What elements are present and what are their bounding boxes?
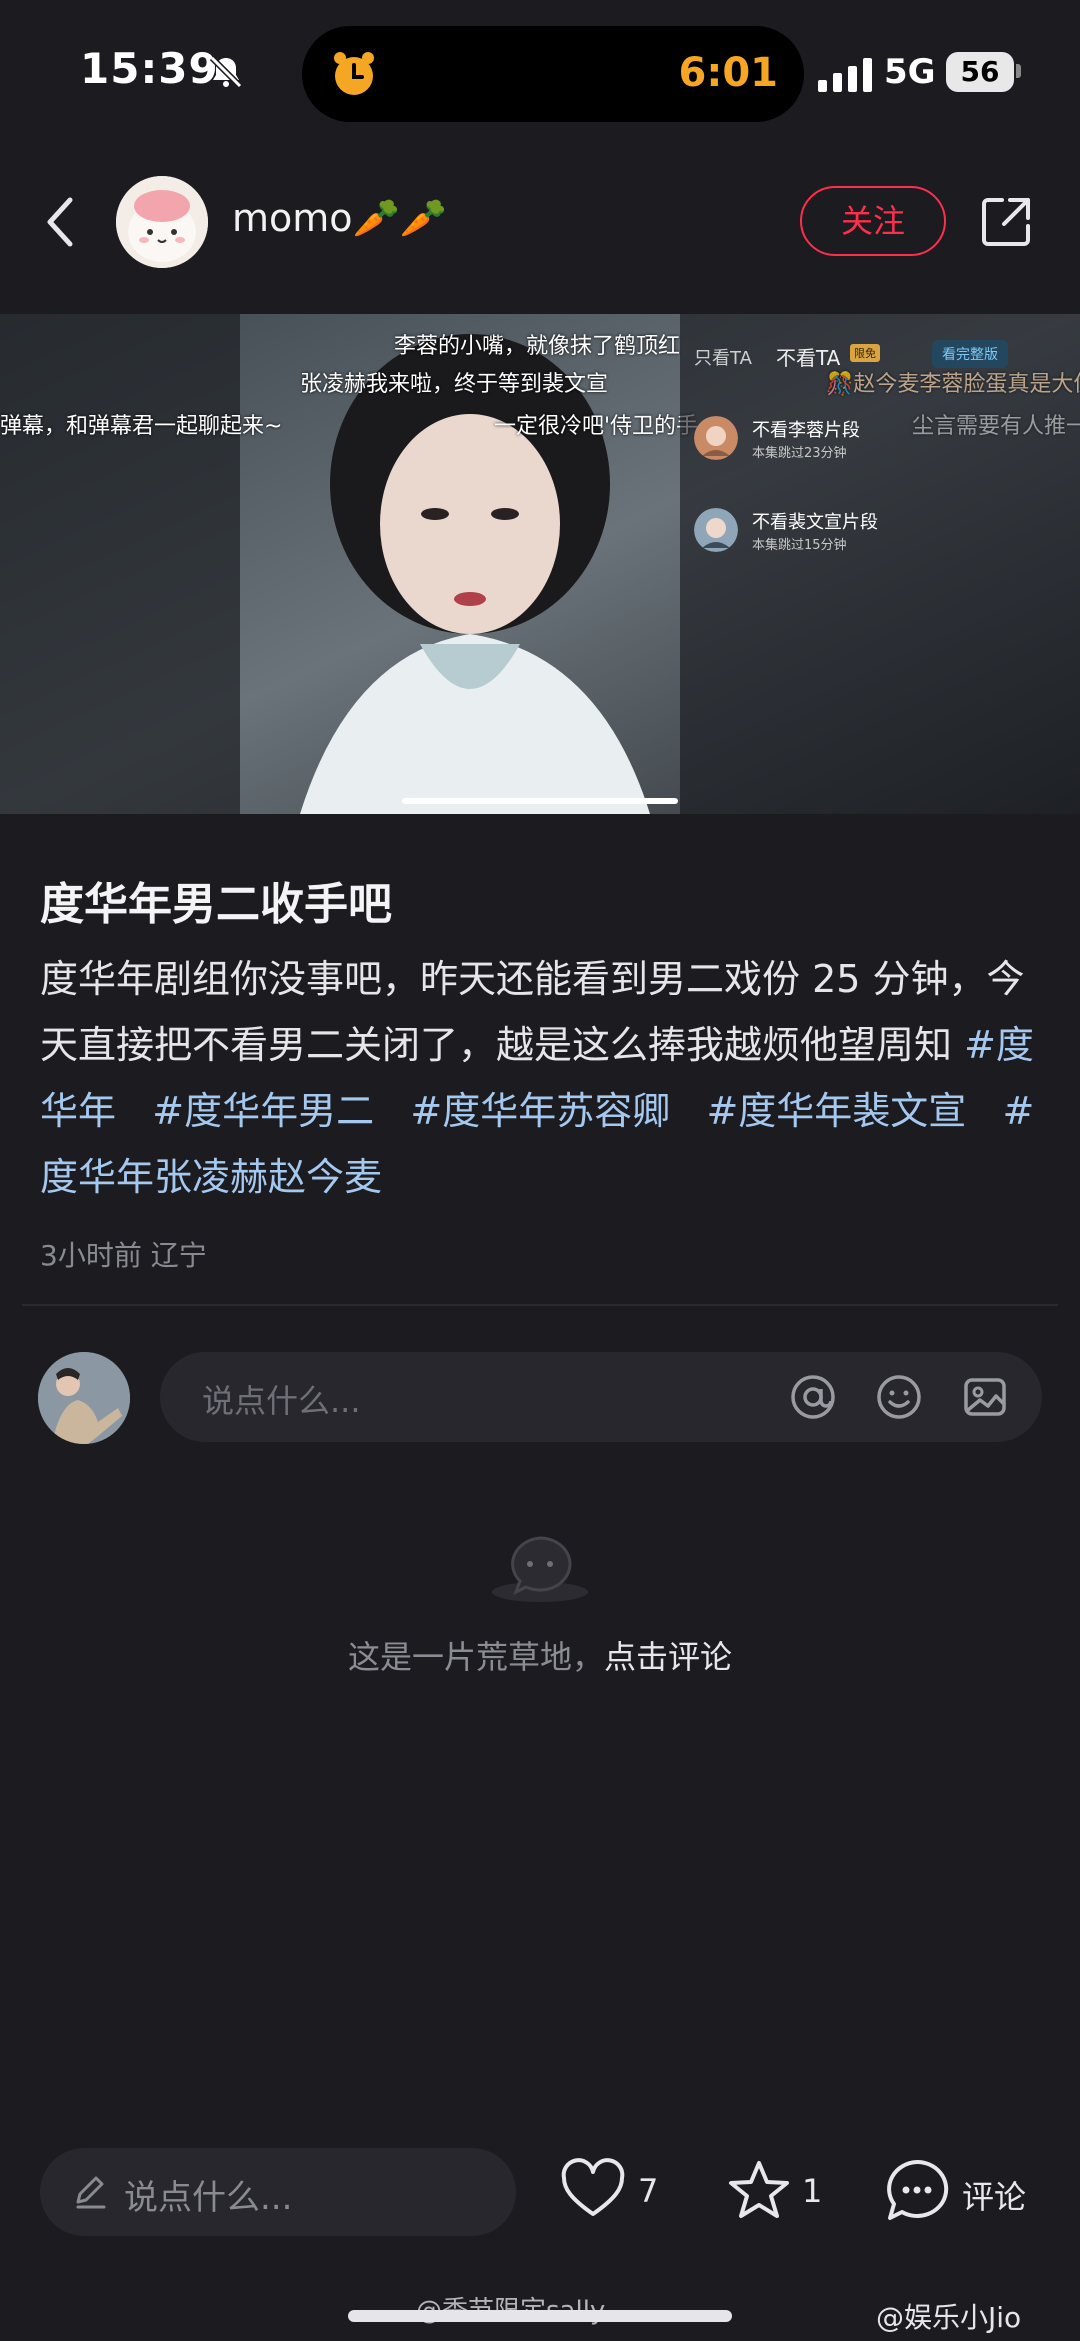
bell-muted-icon <box>209 55 243 89</box>
option-subtitle: 本集跳过23分钟 <box>752 446 847 461</box>
hashtag[interactable]: #度华年苏容卿 <box>410 1089 670 1133</box>
hashtag[interactable]: #度华年男二 <box>152 1089 374 1133</box>
alarm-clock-icon <box>334 52 374 95</box>
post-time: 3小时前 <box>40 1239 142 1272</box>
user-photo-icon <box>38 1352 130 1444</box>
option-subtitle: 本集跳过15分钟 <box>752 538 847 553</box>
empty-message: 这是一片荒草地， <box>347 1638 604 1676</box>
comment-label[interactable]: 评论 <box>962 2172 1026 2218</box>
network-type: 5G <box>884 52 936 92</box>
skip-lirong-option[interactable]: 不看李蓉片段 本集跳过23分钟 <box>694 412 1054 468</box>
filter-panel: 只看TA 不看TA 限免 看完整版 🎊赵今麦李蓉脸蛋真是大优越了! 尘言需要有人… <box>680 314 1080 814</box>
favorite-star-icon[interactable] <box>726 2158 792 2224</box>
click-to-comment-link[interactable]: 点击评论 <box>604 1638 732 1676</box>
danmaku-comment: 弹幕，和弹幕君一起聊起来~ <box>0 414 283 439</box>
actor-avatar <box>694 416 738 460</box>
free-badge: 限免 <box>850 344 880 362</box>
danmaku-comment: 🎊赵今麦李蓉脸蛋真是大优越了! <box>826 372 1080 397</box>
like-count: 7 <box>638 2172 659 2210</box>
battery-icon: 56 <box>946 52 1014 92</box>
full-version-button[interactable]: 看完整版 <box>932 340 1008 368</box>
option-title: 不看裴文宣片段 <box>752 512 878 533</box>
option-title: 不看李蓉片段 <box>752 420 860 441</box>
home-indicator[interactable] <box>348 2310 732 2322</box>
comment-input[interactable]: 说点什么... <box>160 1352 1042 1442</box>
bottom-comment-input[interactable]: 说点什么... <box>40 2148 516 2236</box>
signal-icon <box>818 58 872 92</box>
follow-button[interactable]: 关注 <box>800 186 946 256</box>
favorite-count: 1 <box>802 2172 823 2210</box>
danmaku-comment: 一定很冷吧'侍卫的手 <box>494 414 699 439</box>
post-body: 度华年剧组你没事吧，昨天还能看到男二戏份 25 分钟，今天直接把不看男二关闭了，… <box>40 946 1050 1210</box>
bottom-placeholder: 说点什么... <box>124 2178 293 2218</box>
tab-only-ta[interactable]: 只看TA <box>694 344 752 370</box>
dynamic-island: 6:01 <box>302 26 804 122</box>
danmaku-comment: 张凌赫我来啦，终于等到裴文宣 <box>300 372 609 397</box>
emoji-icon[interactable] <box>874 1372 924 1422</box>
author-avatar[interactable] <box>116 176 208 268</box>
battery-tip <box>1016 64 1021 78</box>
post-title: 度华年男二收手吧 <box>40 879 392 930</box>
back-arrow-icon[interactable] <box>40 192 80 252</box>
video-player[interactable]: 李蓉的小嘴，就像抹了鹤顶红 张凌赫我来啦，终于等到裴文宣 弹幕，和弹幕君一起聊起… <box>0 314 1080 814</box>
at-mention-icon[interactable] <box>788 1372 838 1422</box>
skip-peiwenxuan-option[interactable]: 不看裴文宣片段 本集跳过15分钟 <box>694 504 1054 560</box>
comment-bubble-icon[interactable] <box>884 2158 950 2224</box>
author-name[interactable]: momo🥕🥕 <box>232 196 447 241</box>
post-meta: 3小时前 辽宁 <box>40 1234 207 1274</box>
my-avatar[interactable] <box>38 1352 130 1444</box>
empty-comments-text: 这是一片荒草地，点击评论 <box>0 1632 1080 1678</box>
cartoon-avatar-icon <box>116 176 208 268</box>
actor-avatar <box>694 508 738 552</box>
hashtag[interactable]: #度华年裴文宣 <box>706 1089 966 1133</box>
danmaku-comment: 李蓉的小嘴，就像抹了鹤顶红 <box>394 334 681 359</box>
watermark: @娱乐小Jio <box>876 2301 1022 2334</box>
share-icon[interactable] <box>980 194 1034 248</box>
pencil-icon <box>76 2176 106 2209</box>
post-text: 度华年剧组你没事吧，昨天还能看到男二戏份 25 分钟，今天直接把不看男二关闭了，… <box>40 957 1025 1067</box>
divider <box>22 1304 1058 1306</box>
video-progress-indicator[interactable] <box>402 798 678 804</box>
like-heart-icon[interactable] <box>560 2158 626 2224</box>
post-location: 辽宁 <box>150 1239 207 1272</box>
image-icon[interactable] <box>960 1372 1010 1422</box>
status-time: 15:39 <box>80 44 219 93</box>
alarm-time: 6:01 <box>678 50 779 96</box>
comment-placeholder: 说点什么... <box>202 1382 361 1420</box>
empty-comments-icon <box>492 1536 588 1602</box>
